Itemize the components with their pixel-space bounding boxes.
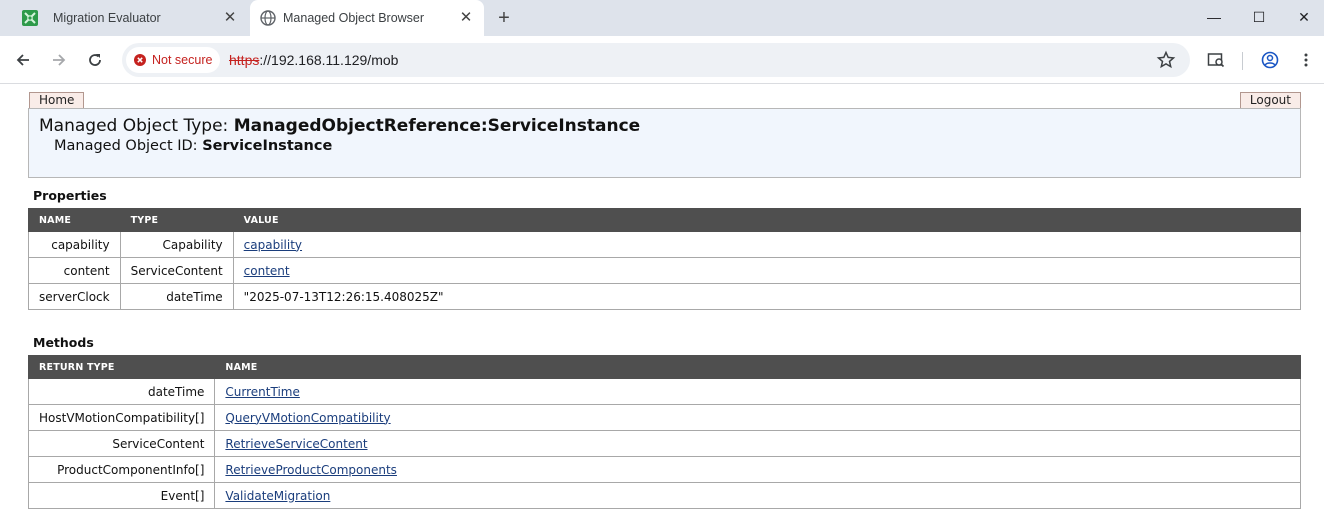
property-value-text: "2025-07-13T12:26:15.408025Z" [232, 283, 1302, 310]
security-label: Not secure [152, 53, 213, 67]
property-type: dateTime [119, 283, 234, 310]
not-secure-warning-icon [134, 54, 146, 66]
method-return-type: ProductComponentInfo[] [27, 456, 216, 483]
property-name: capability [28, 231, 121, 258]
mo-id-label: Managed Object ID: [54, 138, 198, 154]
table-row: Event[] ValidateMigration [27, 482, 1301, 509]
tab-managed-object-browser[interactable]: Managed Object Browser ✕ [250, 0, 484, 36]
column-header: NAME [214, 355, 1301, 379]
method-return-type: Event[] [27, 482, 216, 509]
property-value: content [232, 257, 1302, 284]
method-return-type: HostVMotionCompatibility[] [27, 404, 216, 431]
table-row: capability Capability capability [28, 231, 1302, 258]
address-bar[interactable]: Not secure https://192.168.11.129/mob [122, 43, 1190, 77]
properties-heading: Properties [33, 188, 107, 203]
managed-object-header: Managed Object Type: ManagedObjectRefere… [28, 108, 1301, 178]
table-header-row: RETURN TYPE NAME [27, 355, 1301, 379]
tab-strip: Migration Evaluator ✕ Managed Object Bro… [0, 0, 1324, 36]
security-indicator[interactable]: Not secure [126, 47, 220, 73]
maximize-icon[interactable]: ☐ [1236, 0, 1282, 36]
mo-type-value: ManagedObjectReference:ServiceInstance [233, 116, 641, 136]
column-header: VALUE [232, 208, 1302, 232]
table-row: serverClock dateTime "2025-07-13T12:26:1… [28, 283, 1302, 310]
profile-button[interactable] [1257, 47, 1283, 73]
table-row: ProductComponentInfo[] RetrieveProductCo… [27, 456, 1301, 483]
url-host-path: ://192.168.11.129/mob [259, 52, 399, 68]
tab-title: Managed Object Browser [283, 11, 425, 25]
column-header: TYPE [119, 208, 234, 232]
account-circle-icon [1261, 51, 1279, 69]
property-value-link[interactable]: content [244, 264, 290, 278]
method-return-type: ServiceContent [27, 430, 216, 457]
property-name: serverClock [28, 283, 121, 310]
toolbar-divider [1242, 52, 1243, 70]
property-name: content [28, 257, 121, 284]
search-tab-button[interactable] [1203, 47, 1229, 73]
method-return-type: dateTime [27, 378, 216, 405]
url-scheme: https [229, 52, 260, 68]
method-link[interactable]: ValidateMigration [225, 489, 330, 503]
method-name: RetrieveProductComponents [214, 456, 1301, 483]
url-text[interactable]: https://192.168.11.129/mob [229, 52, 398, 68]
new-tab-button[interactable]: + [493, 7, 515, 29]
property-type: ServiceContent [119, 257, 234, 284]
method-name: QueryVMotionCompatibility [214, 404, 1301, 431]
close-tab-icon[interactable]: ✕ [456, 8, 476, 28]
page-content: Home Logout Managed Object Type: Managed… [0, 85, 1324, 528]
managed-object-type: Managed Object Type: ManagedObjectRefere… [39, 116, 640, 136]
table-row: HostVMotionCompatibility[] QueryVMotionC… [27, 404, 1301, 431]
column-header: NAME [28, 208, 121, 232]
bookmark-star-icon[interactable] [1156, 50, 1176, 70]
managed-object-id: Managed Object ID: ServiceInstance [54, 138, 332, 154]
method-name: ValidateMigration [214, 482, 1301, 509]
property-value-link[interactable]: capability [244, 238, 302, 252]
method-name: CurrentTime [214, 378, 1301, 405]
minimize-icon[interactable]: — [1191, 0, 1237, 36]
close-window-icon[interactable]: ✕ [1281, 0, 1324, 36]
logout-link[interactable]: Logout [1239, 92, 1301, 109]
reload-icon [89, 54, 101, 66]
close-tab-icon[interactable]: ✕ [220, 8, 240, 28]
forward-arrow-icon [53, 54, 66, 66]
forward-button[interactable] [46, 47, 72, 73]
method-link[interactable]: QueryVMotionCompatibility [225, 411, 390, 425]
more-vert-icon [1304, 53, 1308, 67]
mo-id-value: ServiceInstance [202, 138, 333, 154]
reload-button[interactable] [82, 47, 108, 73]
browser-toolbar: Not secure https://192.168.11.129/mob [0, 36, 1324, 84]
table-row: dateTime CurrentTime [27, 378, 1301, 405]
column-header: RETURN TYPE [27, 355, 216, 379]
mo-type-label: Managed Object Type: [39, 116, 229, 136]
browser-menu-button[interactable] [1293, 47, 1319, 73]
method-link[interactable]: RetrieveServiceContent [225, 437, 367, 451]
search-tabs-icon [1207, 53, 1225, 68]
tab-migration-evaluator[interactable]: Migration Evaluator ✕ [8, 0, 248, 36]
properties-table: NAME TYPE VALUE capability Capability ca… [28, 208, 1302, 310]
migration-evaluator-favicon-icon [22, 10, 38, 26]
table-row: ServiceContent RetrieveServiceContent [27, 430, 1301, 457]
method-name: RetrieveServiceContent [214, 430, 1301, 457]
table-row: content ServiceContent content [28, 257, 1302, 284]
property-type: Capability [119, 231, 234, 258]
back-button[interactable] [10, 47, 36, 73]
tab-title: Migration Evaluator [53, 11, 161, 25]
methods-table: RETURN TYPE NAME dateTime CurrentTime Ho… [27, 355, 1301, 509]
back-arrow-icon [16, 54, 29, 66]
globe-icon [260, 10, 276, 26]
home-link[interactable]: Home [29, 92, 85, 109]
table-header-row: NAME TYPE VALUE [28, 208, 1302, 232]
method-link[interactable]: RetrieveProductComponents [225, 463, 397, 477]
method-link[interactable]: CurrentTime [225, 385, 299, 399]
property-value: capability [232, 231, 1302, 258]
methods-heading: Methods [33, 335, 94, 350]
